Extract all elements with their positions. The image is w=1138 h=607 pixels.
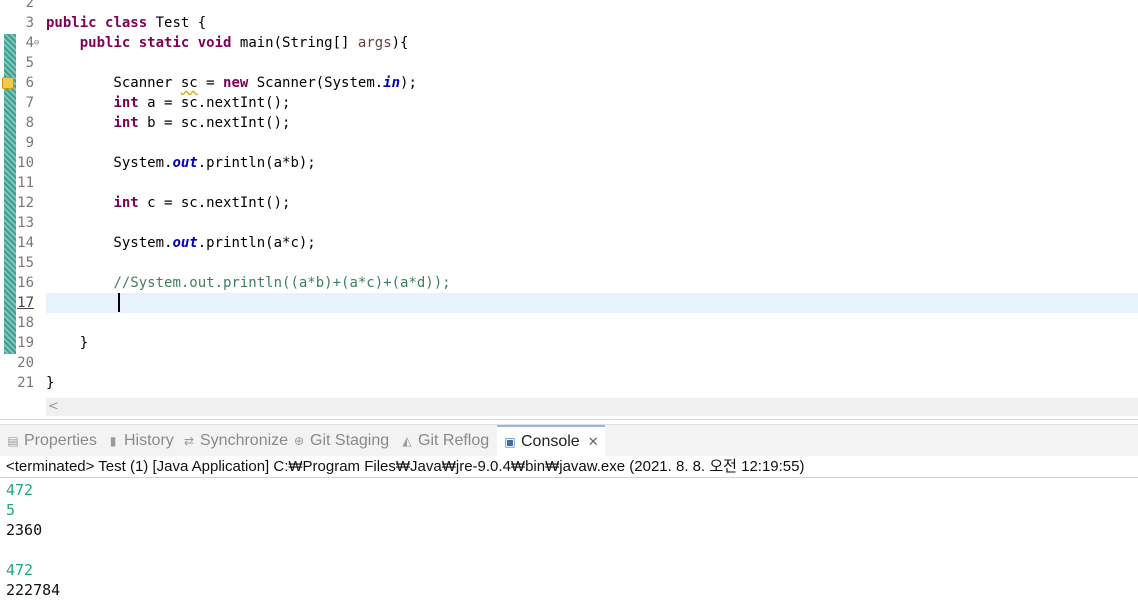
code-text[interactable]: System.out.println(a*c);: [46, 233, 315, 253]
line-number: 11: [17, 175, 34, 191]
properties-icon: ▤: [7, 434, 19, 448]
history-icon: ▮: [109, 434, 117, 448]
text-caret: [118, 293, 120, 312]
console-output-line: 222784: [6, 581, 61, 599]
horizontal-scrollbar[interactable]: <: [46, 398, 1138, 416]
code-line[interactable]: 19 }: [0, 333, 1138, 353]
code-line[interactable]: 17: [0, 293, 1138, 313]
line-number: 12: [17, 195, 34, 211]
code-line[interactable]: 9: [0, 133, 1138, 153]
line-number: 10: [17, 155, 34, 171]
code-line[interactable]: 3 public class Test {: [0, 13, 1138, 33]
code-line[interactable]: 4 ⊖ public static void main(String[] args…: [0, 33, 1138, 53]
code-text[interactable]: }: [46, 333, 88, 353]
tab-label: Git Reflog: [418, 432, 490, 449]
tab-console[interactable]: ▣ Console ✕: [497, 425, 605, 457]
warning-icon[interactable]: [2, 77, 14, 89]
line-number: 7: [25, 95, 34, 111]
code-line[interactable]: 16 //System.out.println((a*b)+(a*c)+(a*d…: [0, 273, 1138, 293]
code-line[interactable]: 12 int c = sc.nextInt();: [0, 193, 1138, 213]
code-text[interactable]: public static void main(String[] args){: [46, 33, 409, 53]
code-line[interactable]: 6 Scanner sc = new Scanner(System.in);: [0, 73, 1138, 93]
code-line[interactable]: 7 int a = sc.nextInt();: [0, 93, 1138, 113]
line-number: 17: [17, 295, 34, 311]
code-line[interactable]: 2: [0, 0, 1138, 13]
close-icon[interactable]: ✕: [588, 435, 599, 450]
code-line[interactable]: 10 System.out.println(a*b);: [0, 153, 1138, 173]
tab-label: Git Staging: [310, 432, 390, 449]
line-number: 18: [17, 315, 34, 331]
code-text[interactable]: int b = sc.nextInt();: [46, 113, 290, 133]
tab-label: Synchronize: [200, 432, 289, 449]
code-text[interactable]: //System.out.println((a*b)+(a*c)+(a*d));: [46, 273, 450, 293]
code-line[interactable]: 14 System.out.println(a*c);: [0, 233, 1138, 253]
code-line[interactable]: 13: [0, 213, 1138, 233]
tab-history[interactable]: ▮ History: [106, 425, 174, 457]
code-line[interactable]: 21}: [0, 373, 1138, 393]
code-text[interactable]: int c = sc.nextInt();: [46, 193, 290, 213]
line-number: 2: [25, 0, 34, 11]
code-text[interactable]: int a = sc.nextInt();: [46, 93, 290, 113]
line-number: 14: [17, 235, 34, 251]
scroll-left-icon[interactable]: <: [48, 398, 59, 416]
console-input-line: 472: [6, 481, 34, 499]
console-status-header: <terminated> Test (1) [Java Application]…: [0, 456, 1138, 478]
line-number: 15: [17, 255, 34, 271]
code-line[interactable]: 15: [0, 253, 1138, 273]
view-tab-bar: ▤ Properties ▮ History ⇄ Synchronize ⊕ Git Stag…: [0, 424, 1138, 457]
line-number: 21: [17, 375, 34, 391]
code-line[interactable]: 5: [0, 53, 1138, 73]
console-icon: ▣: [504, 435, 516, 449]
code-text[interactable]: Scanner sc = new Scanner(System.in);: [46, 73, 416, 93]
line-number: 5: [25, 55, 34, 71]
line-number: 3: [25, 15, 34, 31]
git-reflog-icon: ◭: [402, 434, 412, 448]
code-line[interactable]: 11: [0, 173, 1138, 193]
code-line[interactable]: 8 int b = sc.nextInt();: [0, 113, 1138, 133]
synchronize-icon: ⇄: [183, 434, 195, 448]
tab-git-reflog[interactable]: ◭ Git Reflog: [400, 425, 489, 457]
current-line-highlight: [46, 293, 1138, 313]
line-number: 16: [17, 275, 34, 291]
code-line[interactable]: 18: [0, 313, 1138, 333]
tab-label: Console: [521, 433, 580, 450]
git-staging-icon: ⊕: [293, 434, 305, 448]
code-text[interactable]: public class Test {: [46, 13, 206, 33]
tab-label: Properties: [24, 432, 97, 449]
console-output[interactable]: 472 5 2360 472 222784: [0, 479, 1138, 607]
code-editor[interactable]: 2 3 public class Test {4 ⊖ public static vo…: [0, 0, 1138, 420]
console-output-line: 2360: [6, 521, 43, 539]
line-number: 20: [17, 355, 34, 371]
tab-synchronize[interactable]: ⇄ Synchronize: [182, 425, 288, 457]
tab-properties[interactable]: ▤ Properties: [6, 425, 97, 457]
console-input-line: 5: [6, 501, 16, 519]
line-number: 19: [17, 335, 34, 351]
tab-git-staging[interactable]: ⊕ Git Staging: [292, 425, 389, 457]
line-number: 13: [17, 215, 34, 231]
line-number: 6: [25, 75, 34, 91]
fold-collapse-icon[interactable]: ⊖: [34, 33, 39, 53]
tab-label: History: [124, 432, 174, 449]
line-number: 4: [25, 35, 34, 51]
code-line[interactable]: 20: [0, 353, 1138, 373]
code-text[interactable]: }: [46, 373, 54, 393]
code-text[interactable]: System.out.println(a*b);: [46, 153, 315, 173]
line-number: 8: [25, 115, 34, 131]
line-number: 9: [25, 135, 34, 151]
console-input-line: 472: [6, 561, 34, 579]
